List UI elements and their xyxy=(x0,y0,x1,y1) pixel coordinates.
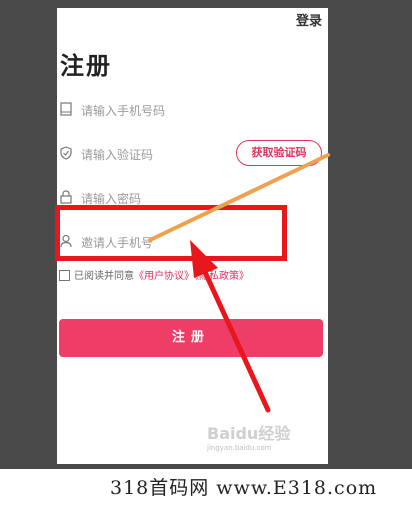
annotation-line xyxy=(148,153,330,242)
annotation-overlay xyxy=(148,153,330,413)
footer-banner: 318首码网 www.E318.com xyxy=(0,469,412,517)
arrow-shaft xyxy=(202,269,271,413)
arrow-head xyxy=(190,240,218,278)
footer-text: 318首码网 www.E318.com xyxy=(110,477,378,499)
